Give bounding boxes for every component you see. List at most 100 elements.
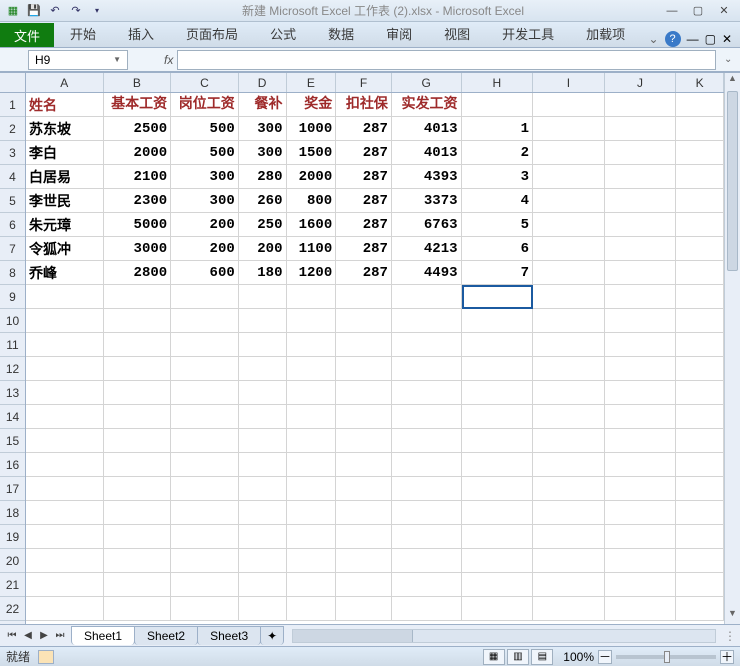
cell-E10[interactable] xyxy=(287,309,337,333)
cell-H7[interactable]: 6 xyxy=(462,237,534,261)
cell-H1[interactable] xyxy=(462,93,534,117)
cell-C1[interactable]: 岗位工资 xyxy=(171,93,239,117)
cell-G13[interactable] xyxy=(392,381,462,405)
cell-A17[interactable] xyxy=(26,477,104,501)
cell-H4[interactable]: 3 xyxy=(462,165,534,189)
sheet-first-icon[interactable]: ⏮ xyxy=(4,630,20,641)
cell-G1[interactable]: 实发工资 xyxy=(392,93,462,117)
cell-J21[interactable] xyxy=(605,573,677,597)
cell-E15[interactable] xyxy=(287,429,337,453)
cell-H11[interactable] xyxy=(462,333,534,357)
cell-I13[interactable] xyxy=(533,381,605,405)
cell-E4[interactable]: 2000 xyxy=(287,165,337,189)
select-all-corner[interactable] xyxy=(0,73,26,93)
row-header-3[interactable]: 3 xyxy=(0,141,25,165)
cell-E17[interactable] xyxy=(287,477,337,501)
name-box[interactable]: H9 ▼ xyxy=(28,50,128,70)
cell-J10[interactable] xyxy=(605,309,677,333)
zoom-out-icon[interactable]: － xyxy=(598,650,612,664)
cell-I9[interactable] xyxy=(533,285,605,309)
cell-J5[interactable] xyxy=(605,189,677,213)
cell-K10[interactable] xyxy=(676,309,724,333)
cell-A1[interactable]: 姓名 xyxy=(26,93,104,117)
sheet-tab-1[interactable]: Sheet1 xyxy=(71,626,135,645)
cell-K6[interactable] xyxy=(676,213,724,237)
cell-I7[interactable] xyxy=(533,237,605,261)
row-header-9[interactable]: 9 xyxy=(0,285,25,309)
zoom-in-icon[interactable]: ＋ xyxy=(720,650,734,664)
cell-H8[interactable]: 7 xyxy=(462,261,534,285)
cell-K17[interactable] xyxy=(676,477,724,501)
tab-layout[interactable]: 页面布局 xyxy=(170,20,254,47)
cell-A4[interactable]: 白居易 xyxy=(26,165,104,189)
row-header-11[interactable]: 11 xyxy=(0,333,25,357)
cell-B18[interactable] xyxy=(104,501,172,525)
cell-J12[interactable] xyxy=(605,357,677,381)
vertical-scrollbar[interactable]: ▲ ▼ xyxy=(724,73,740,624)
tab-review[interactable]: 审阅 xyxy=(370,20,428,47)
cell-G2[interactable]: 4013 xyxy=(392,117,462,141)
cell-J7[interactable] xyxy=(605,237,677,261)
cell-F9[interactable] xyxy=(336,285,392,309)
cell-C12[interactable] xyxy=(171,357,239,381)
row-header-17[interactable]: 17 xyxy=(0,477,25,501)
cell-B14[interactable] xyxy=(104,405,172,429)
col-header-I[interactable]: I xyxy=(533,73,605,92)
row-header-10[interactable]: 10 xyxy=(0,309,25,333)
cell-J11[interactable] xyxy=(605,333,677,357)
cell-I10[interactable] xyxy=(533,309,605,333)
cell-B16[interactable] xyxy=(104,453,172,477)
cell-E12[interactable] xyxy=(287,357,337,381)
cell-D8[interactable]: 180 xyxy=(239,261,287,285)
cell-I19[interactable] xyxy=(533,525,605,549)
cell-I21[interactable] xyxy=(533,573,605,597)
cell-I15[interactable] xyxy=(533,429,605,453)
cell-B10[interactable] xyxy=(104,309,172,333)
zoom-slider-knob[interactable] xyxy=(664,651,670,663)
cell-J19[interactable] xyxy=(605,525,677,549)
cell-F15[interactable] xyxy=(336,429,392,453)
cell-H6[interactable]: 5 xyxy=(462,213,534,237)
cell-A18[interactable] xyxy=(26,501,104,525)
cell-C16[interactable] xyxy=(171,453,239,477)
cell-A15[interactable] xyxy=(26,429,104,453)
cell-A9[interactable] xyxy=(26,285,104,309)
ribbon-window-min-icon[interactable]: — xyxy=(687,32,699,46)
col-header-E[interactable]: E xyxy=(287,73,337,92)
cell-D2[interactable]: 300 xyxy=(239,117,287,141)
cell-D7[interactable]: 200 xyxy=(239,237,287,261)
cell-K18[interactable] xyxy=(676,501,724,525)
cell-F13[interactable] xyxy=(336,381,392,405)
cell-C7[interactable]: 200 xyxy=(171,237,239,261)
cell-A8[interactable]: 乔峰 xyxy=(26,261,104,285)
cell-H21[interactable] xyxy=(462,573,534,597)
tab-formulas[interactable]: 公式 xyxy=(254,20,312,47)
cell-I2[interactable] xyxy=(533,117,605,141)
cell-B12[interactable] xyxy=(104,357,172,381)
cell-J9[interactable] xyxy=(605,285,677,309)
cell-E14[interactable] xyxy=(287,405,337,429)
close-button[interactable]: ✕ xyxy=(712,3,736,19)
cell-B22[interactable] xyxy=(104,597,172,621)
cell-D15[interactable] xyxy=(239,429,287,453)
cell-B7[interactable]: 3000 xyxy=(104,237,172,261)
col-header-C[interactable]: C xyxy=(171,73,239,92)
tab-addins[interactable]: 加载项 xyxy=(570,20,641,47)
cell-F10[interactable] xyxy=(336,309,392,333)
cell-E16[interactable] xyxy=(287,453,337,477)
cell-F6[interactable]: 287 xyxy=(336,213,392,237)
cell-D18[interactable] xyxy=(239,501,287,525)
col-header-H[interactable]: H xyxy=(462,73,534,92)
cell-F1[interactable]: 扣社保 xyxy=(336,93,392,117)
ribbon-window-close-icon[interactable]: ✕ xyxy=(722,32,732,46)
cell-K12[interactable] xyxy=(676,357,724,381)
cell-C5[interactable]: 300 xyxy=(171,189,239,213)
cell-B13[interactable] xyxy=(104,381,172,405)
cell-I18[interactable] xyxy=(533,501,605,525)
cell-G20[interactable] xyxy=(392,549,462,573)
cell-F18[interactable] xyxy=(336,501,392,525)
cell-C20[interactable] xyxy=(171,549,239,573)
cell-D3[interactable]: 300 xyxy=(239,141,287,165)
sheet-prev-icon[interactable]: ◀ xyxy=(20,630,36,641)
row-header-14[interactable]: 14 xyxy=(0,405,25,429)
